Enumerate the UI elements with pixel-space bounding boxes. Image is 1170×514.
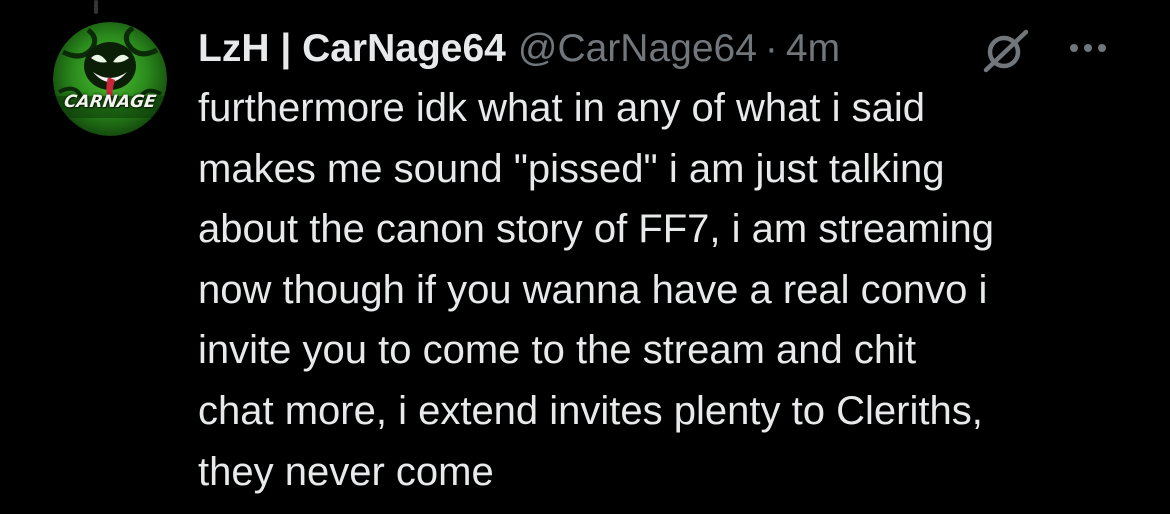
separator-dot: · <box>764 27 778 70</box>
tweet-text: furthermore idk what in any of what i sa… <box>198 78 1148 502</box>
tweet-text-line: about the canon story of FF7, i am strea… <box>198 207 994 252</box>
grok-icon[interactable] <box>980 24 1032 76</box>
tweet-text-line: makes me sound "pissed" i am just talkin… <box>198 146 945 191</box>
more-options-icon[interactable] <box>1068 40 1108 56</box>
tweet-text-line: chat more, i extend invites plenty to Cl… <box>198 388 983 433</box>
avatar-image <box>53 22 167 136</box>
avatar-logo-text: CARNAGE <box>62 92 158 112</box>
tweet-text-line: now though if you wanna have a real conv… <box>198 267 988 312</box>
author-display-name[interactable]: LzH | CarNage64 <box>198 20 506 78</box>
thread-connector-line <box>94 0 98 14</box>
author-handle[interactable]: @CarNage64 <box>518 20 757 78</box>
tweet-text-line: invite you to come to the stream and chi… <box>198 328 917 373</box>
avatar[interactable]: CARNAGE <box>53 22 167 136</box>
tweet-timestamp[interactable]: 4m <box>786 20 840 78</box>
tweet-text-line: furthermore idk what in any of what i sa… <box>198 86 926 130</box>
tweet[interactable]: LzH | CarNage64 @CarNage64 · 4m furtherm… <box>198 20 1148 502</box>
tweet-text-line: they never come <box>198 449 494 494</box>
tweet-header: LzH | CarNage64 @CarNage64 · 4m <box>198 20 1148 78</box>
